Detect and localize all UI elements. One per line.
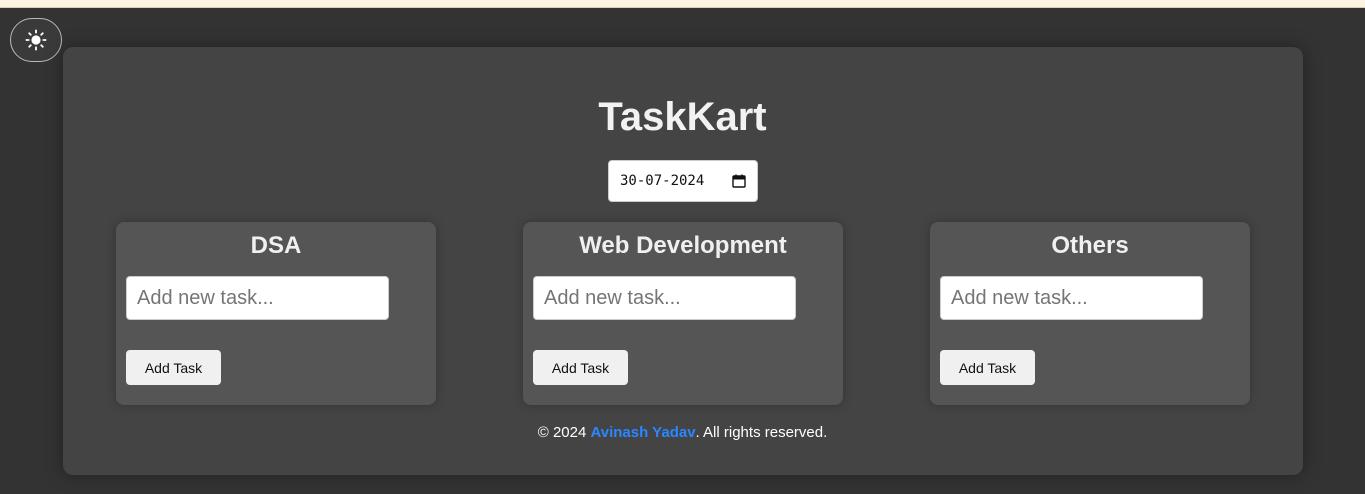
app-title: TaskKart: [598, 95, 767, 139]
add-task-button[interactable]: Add Task: [533, 350, 628, 385]
footer-author-link[interactable]: Avinash Yadav: [590, 424, 695, 441]
category-card-others: Others Add Task: [930, 222, 1250, 405]
footer-rights: . All rights reserved.: [695, 424, 828, 441]
footer-copyright: © 2024: [537, 424, 591, 441]
date-value: 30-07-2024: [620, 173, 705, 189]
category-title: DSA: [250, 232, 302, 259]
add-task-button[interactable]: Add Task: [940, 350, 1035, 385]
footer: © 2024 Avinash Yadav. All rights reserve…: [0, 424, 1365, 442]
category-card-web-development: Web Development Add Task: [523, 222, 843, 405]
theme-toggle-button[interactable]: [10, 18, 62, 62]
calendar-icon[interactable]: [732, 174, 746, 188]
new-task-input[interactable]: [126, 276, 389, 320]
sun-icon: [25, 29, 47, 51]
category-title: Others: [1051, 232, 1129, 259]
add-task-button[interactable]: Add Task: [126, 350, 221, 385]
category-card-dsa: DSA Add Task: [116, 222, 436, 405]
new-task-input[interactable]: [533, 276, 796, 320]
browser-top-strip: [0, 0, 1365, 8]
new-task-input[interactable]: [940, 276, 1203, 320]
date-picker[interactable]: 30-07-2024: [608, 160, 758, 202]
category-title: Web Development: [579, 232, 787, 259]
